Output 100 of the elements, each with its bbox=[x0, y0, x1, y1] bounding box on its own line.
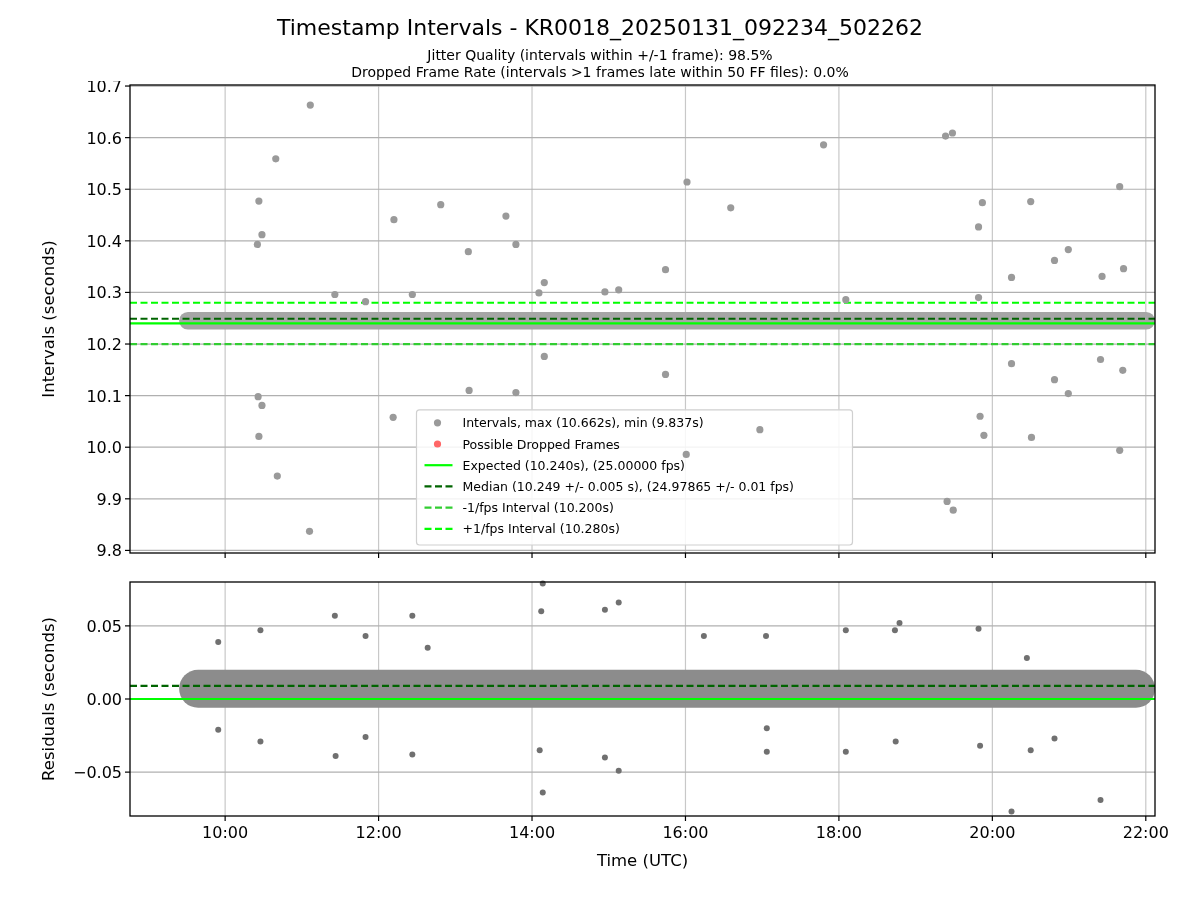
data-point bbox=[756, 425, 764, 433]
data-point bbox=[661, 265, 670, 273]
data-point bbox=[1027, 746, 1034, 753]
tick-mark bbox=[124, 497, 131, 500]
tick-mark bbox=[1145, 552, 1147, 559]
data-point bbox=[661, 370, 670, 378]
tick-mark bbox=[838, 815, 840, 822]
data-point bbox=[465, 386, 473, 394]
legend-label: Possible Dropped Frames bbox=[462, 436, 620, 452]
data-point bbox=[763, 632, 769, 639]
data-point bbox=[615, 767, 622, 774]
data-point bbox=[974, 222, 983, 231]
tick-mark bbox=[531, 552, 533, 559]
data-point bbox=[1008, 808, 1015, 815]
tick-mark bbox=[124, 188, 131, 190]
data-point bbox=[615, 599, 622, 606]
tick-label: 10.1 bbox=[86, 386, 122, 406]
data-point bbox=[1027, 433, 1036, 441]
data-point bbox=[683, 178, 691, 186]
data-point bbox=[390, 215, 398, 223]
axis-label: Intervals (seconds) bbox=[39, 239, 58, 398]
data-point bbox=[331, 612, 338, 619]
tick-mark bbox=[224, 815, 226, 822]
data-point bbox=[1023, 654, 1030, 661]
tick-mark bbox=[991, 552, 993, 559]
legend-label: Intervals, max (10.662s), min (9.837s) bbox=[462, 414, 704, 430]
chart-title: Timestamp Intervals - KR0018_20250131_092234_502262 bbox=[276, 17, 924, 39]
data-point bbox=[536, 746, 543, 753]
legend-line-icon bbox=[424, 484, 453, 488]
tick-mark bbox=[684, 552, 687, 559]
tick-mark bbox=[124, 771, 131, 773]
data-point bbox=[1119, 366, 1127, 374]
tick-mark bbox=[124, 343, 131, 345]
data-point bbox=[615, 285, 623, 294]
legend-line-icon bbox=[424, 506, 453, 509]
tick-label: 10.2 bbox=[86, 334, 122, 354]
data-point bbox=[980, 431, 988, 439]
legend-marker-icon bbox=[433, 418, 442, 426]
tick-label: 10.3 bbox=[86, 283, 122, 302]
data-point bbox=[700, 632, 707, 639]
tick-mark bbox=[124, 291, 131, 293]
data-point bbox=[409, 612, 416, 619]
data-point bbox=[1116, 182, 1124, 190]
data-point bbox=[892, 738, 899, 744]
data-point bbox=[424, 644, 431, 651]
legend-line-icon bbox=[424, 463, 453, 466]
data-point bbox=[306, 101, 314, 109]
tick-label: 10:00 bbox=[202, 822, 249, 842]
data-point bbox=[272, 154, 280, 162]
data-point bbox=[255, 197, 263, 205]
tick-mark bbox=[124, 394, 131, 396]
data-point bbox=[601, 287, 609, 296]
tick-mark bbox=[991, 815, 993, 822]
tick-mark bbox=[224, 552, 226, 559]
data-point bbox=[535, 288, 543, 297]
data-point bbox=[362, 632, 369, 639]
tick-mark bbox=[124, 239, 131, 241]
tick-label: 10.5 bbox=[86, 179, 122, 199]
tick-mark bbox=[124, 136, 131, 138]
tick-label: 0.00 bbox=[86, 689, 122, 709]
legend-label: Expected (10.240s), (25.00000 fps) bbox=[462, 457, 685, 473]
tick-label: 12:00 bbox=[355, 822, 402, 842]
tick-label: 10.4 bbox=[86, 231, 122, 251]
data-point bbox=[842, 748, 849, 755]
legend-line-icon bbox=[424, 527, 453, 530]
data-point bbox=[540, 352, 548, 360]
data-point bbox=[502, 212, 510, 220]
data-point bbox=[437, 200, 445, 208]
tick-mark bbox=[531, 815, 533, 822]
tick-mark bbox=[124, 85, 131, 87]
data-point bbox=[215, 638, 222, 645]
chart-subtitle: Dropped Frame Rate (intervals >1 frames late within 50 FF files): 0.0% bbox=[351, 63, 849, 81]
data-point bbox=[253, 240, 261, 248]
legend-label: Median (10.249 +/- 0.005 s), (24.97865 +/- 0.01 fps) bbox=[462, 478, 794, 494]
data-point bbox=[464, 247, 472, 255]
data-point bbox=[1007, 359, 1016, 367]
tick-label: 9.8 bbox=[96, 541, 122, 560]
data-point bbox=[538, 607, 545, 614]
data-point bbox=[512, 240, 520, 248]
tick-mark bbox=[377, 815, 380, 822]
tick-label: 22:00 bbox=[1122, 822, 1169, 842]
data-point bbox=[539, 580, 546, 587]
data-point bbox=[331, 290, 339, 298]
tick-mark bbox=[124, 624, 131, 627]
data-point bbox=[539, 789, 546, 796]
data-point bbox=[976, 412, 984, 420]
axis-label: Residuals (seconds) bbox=[39, 616, 58, 781]
data-point bbox=[1098, 272, 1106, 280]
tick-label: 14:00 bbox=[508, 822, 556, 842]
data-point bbox=[682, 450, 690, 458]
data-point bbox=[332, 752, 339, 759]
data-point bbox=[1119, 264, 1128, 272]
tick-label: 18:00 bbox=[815, 822, 862, 842]
tick-label: 20:00 bbox=[969, 822, 1016, 842]
chart-subtitle: Jitter Quality (intervals within +/-1 frame): 98.5% bbox=[427, 47, 773, 64]
data-point bbox=[974, 293, 983, 301]
data-point bbox=[409, 751, 416, 758]
data-point bbox=[1097, 796, 1104, 803]
tick-mark bbox=[124, 698, 131, 700]
data-point bbox=[1050, 375, 1059, 383]
